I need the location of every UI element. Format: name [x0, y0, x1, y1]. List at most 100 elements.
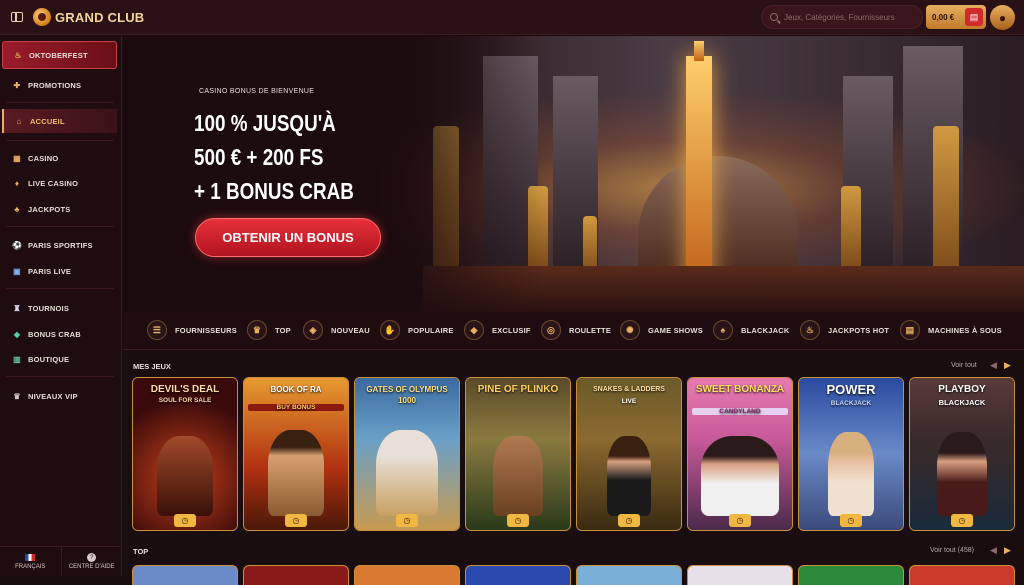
category-label: EXCLUSIF — [492, 325, 531, 335]
language-label: FRANÇAIS — [15, 563, 46, 570]
hero-title-line: + 1 BONUS CRAB — [194, 178, 354, 204]
gift-icon: ✚ — [13, 80, 21, 90]
sidebar-toggle-icon[interactable] — [11, 12, 23, 22]
game-card[interactable]: PLAYBOY BLACKJACK ◷ — [909, 377, 1015, 531]
sidebar-item-label: BOUTIQUE — [28, 354, 70, 364]
category-label: GAME SHOWS — [648, 325, 703, 335]
game-card[interactable]: PINE OF PLINKO ◷ — [465, 377, 571, 531]
see-all-link[interactable]: Voir tout (458) — [930, 547, 974, 554]
hero-kicker: CASINO BONUS DE BIENVENUE — [199, 88, 315, 95]
diamond-icon: ◆ — [464, 320, 484, 340]
game-title: SWEET BONANZA — [695, 384, 785, 395]
chevron-right-icon[interactable]: ▶ — [1004, 360, 1011, 371]
wallet-icon[interactable]: ▤ — [965, 8, 983, 26]
thumbs-up-icon: ✋ — [380, 320, 400, 340]
sidebar-item-accueil[interactable]: ⌂ ACCUEIL — [2, 109, 117, 133]
sidebar-item-tournois[interactable]: ♜ TOURNOIS — [2, 296, 117, 320]
sidebar: ♨ OKTOBERFEST ✚ PROMOTIONS ⌂ ACCUEIL ▦ C… — [0, 36, 122, 576]
balance-value: 0,00 € — [932, 12, 955, 22]
category-exclusif[interactable]: ◆ EXCLUSIF — [464, 320, 531, 340]
category-machines-a-sous[interactable]: ▤ MACHINES À SOUS — [900, 320, 1002, 340]
sidebar-item-oktoberfest[interactable]: ♨ OKTOBERFEST — [2, 41, 117, 69]
game-title: PINE OF PLINKO — [477, 384, 559, 395]
sidebar-item-boutique[interactable]: ▥ BOUTIQUE — [2, 347, 117, 371]
sidebar-item-label: PARIS SPORTIFS — [28, 240, 93, 250]
game-card[interactable] — [465, 565, 571, 585]
search-input[interactable] — [784, 12, 914, 22]
category-roulette[interactable]: ◎ ROULETTE — [541, 320, 611, 340]
cards-icon: ♠ — [713, 320, 733, 340]
game-card[interactable]: POWER BLACKJACK ◷ — [798, 377, 904, 531]
play-icon[interactable]: ◷ — [618, 514, 640, 527]
game-card[interactable]: BOOK OF RA BUY BONUS ◷ — [243, 377, 349, 531]
category-fournisseurs[interactable]: ☰ FOURNISSEURS — [147, 320, 237, 340]
category-top[interactable]: ♛ TOP — [247, 320, 291, 340]
game-card[interactable] — [576, 565, 682, 585]
get-bonus-button[interactable]: OBTENIR UN BONUS — [195, 218, 381, 257]
sidebar-item-live-casino[interactable]: ♦ LIVE CASINO — [2, 171, 117, 195]
sidebar-item-paris-sportifs[interactable]: ⚽ PARIS SPORTIFS — [2, 233, 117, 257]
balance-button[interactable]: 0,00 € ▤ — [926, 5, 986, 29]
game-card[interactable]: SWEET BONANZA CANDYLAND ◷ — [687, 377, 793, 531]
hero-title-line: 500 € + 200 FS — [194, 144, 324, 170]
game-subtitle: BLACKJACK — [830, 400, 872, 407]
chevron-left-icon[interactable]: ◀ — [990, 545, 997, 556]
category-label: NOUVEAU — [331, 325, 370, 335]
soccer-ball-icon: ⚽ — [12, 240, 23, 250]
sidebar-item-casino[interactable]: ▦ CASINO — [2, 146, 117, 170]
sidebar-footer: FRANÇAIS ? CENTRE D'AIDE — [0, 546, 122, 576]
game-title: SNAKES & LADDERS — [593, 386, 665, 393]
tag-icon: ◈ — [303, 320, 323, 340]
section-title-mes-jeux: MES JEUX — [133, 362, 171, 371]
category-blackjack[interactable]: ♠ BLACKJACK — [713, 320, 789, 340]
game-subtitle: BUY BONUS — [248, 404, 344, 411]
game-card[interactable]: GATES OF OLYMPUS 1000 ◷ — [354, 377, 460, 531]
logo-mark-icon — [33, 8, 51, 26]
category-label: POPULAIRE — [408, 325, 454, 335]
hero-title: 100 % JUSQU'À 500 € + 200 FS + 1 BONUS C… — [194, 106, 358, 208]
sidebar-item-niveaux-vip[interactable]: ♛ NIVEAUX VIP — [2, 384, 117, 408]
game-card[interactable] — [687, 565, 793, 585]
category-game-shows[interactable]: ✺ GAME SHOWS — [620, 320, 703, 340]
top-bar: GRAND CLUB 0,00 € ▤ ● — [0, 0, 1024, 35]
sidebar-item-label: CASINO — [28, 153, 59, 163]
flag-fr-icon — [25, 553, 36, 561]
crown-icon: ♛ — [13, 391, 21, 401]
logo[interactable]: GRAND CLUB — [33, 8, 144, 26]
avatar[interactable]: ● — [990, 5, 1015, 30]
game-card[interactable]: DEVIL'S DEAL SOUL FOR SALE ◷ — [132, 377, 238, 531]
chevron-right-icon[interactable]: ▶ — [1004, 545, 1011, 556]
category-nouveau[interactable]: ◈ NOUVEAU — [303, 320, 370, 340]
play-icon[interactable]: ◷ — [396, 514, 418, 527]
game-card[interactable] — [243, 565, 349, 585]
play-icon[interactable]: ◷ — [840, 514, 862, 527]
sidebar-item-paris-live[interactable]: ▣ PARIS LIVE — [2, 259, 117, 283]
sidebar-item-promotions[interactable]: ✚ PROMOTIONS — [2, 73, 117, 97]
game-card[interactable] — [354, 565, 460, 585]
game-card[interactable] — [132, 565, 238, 585]
chevron-left-icon[interactable]: ◀ — [990, 360, 997, 371]
slot-icon: ▤ — [900, 320, 920, 340]
sidebar-item-label: OKTOBERFEST — [29, 50, 88, 60]
game-card[interactable] — [798, 565, 904, 585]
play-icon[interactable]: ◷ — [285, 514, 307, 527]
see-all-link[interactable]: Voir tout — [951, 362, 977, 369]
category-label: FOURNISSEURS — [175, 325, 237, 335]
game-card[interactable]: SNAKES & LADDERS LIVE ◷ — [576, 377, 682, 531]
sidebar-item-jackpots[interactable]: ♣ JACKPOTS — [2, 197, 117, 221]
game-title: BOOK OF RA — [270, 385, 322, 394]
sidebar-item-bonus-crab[interactable]: ◆ BONUS CRAB — [2, 322, 117, 346]
help-center-link[interactable]: ? CENTRE D'AIDE — [62, 547, 123, 576]
play-icon[interactable]: ◷ — [174, 514, 196, 527]
game-card[interactable] — [909, 565, 1015, 585]
play-icon[interactable]: ◷ — [951, 514, 973, 527]
category-jackpots-hot[interactable]: ♨ JACKPOTS HOT — [800, 320, 889, 340]
game-subtitle: LIVE — [621, 398, 637, 405]
language-selector[interactable]: FRANÇAIS — [0, 547, 62, 576]
play-icon[interactable]: ◷ — [507, 514, 529, 527]
category-populaire[interactable]: ✋ POPULAIRE — [380, 320, 454, 340]
search-box[interactable] — [761, 5, 923, 29]
sidebar-item-label: PROMOTIONS — [28, 80, 82, 90]
play-icon[interactable]: ◷ — [729, 514, 751, 527]
category-label: BLACKJACK — [741, 325, 790, 335]
